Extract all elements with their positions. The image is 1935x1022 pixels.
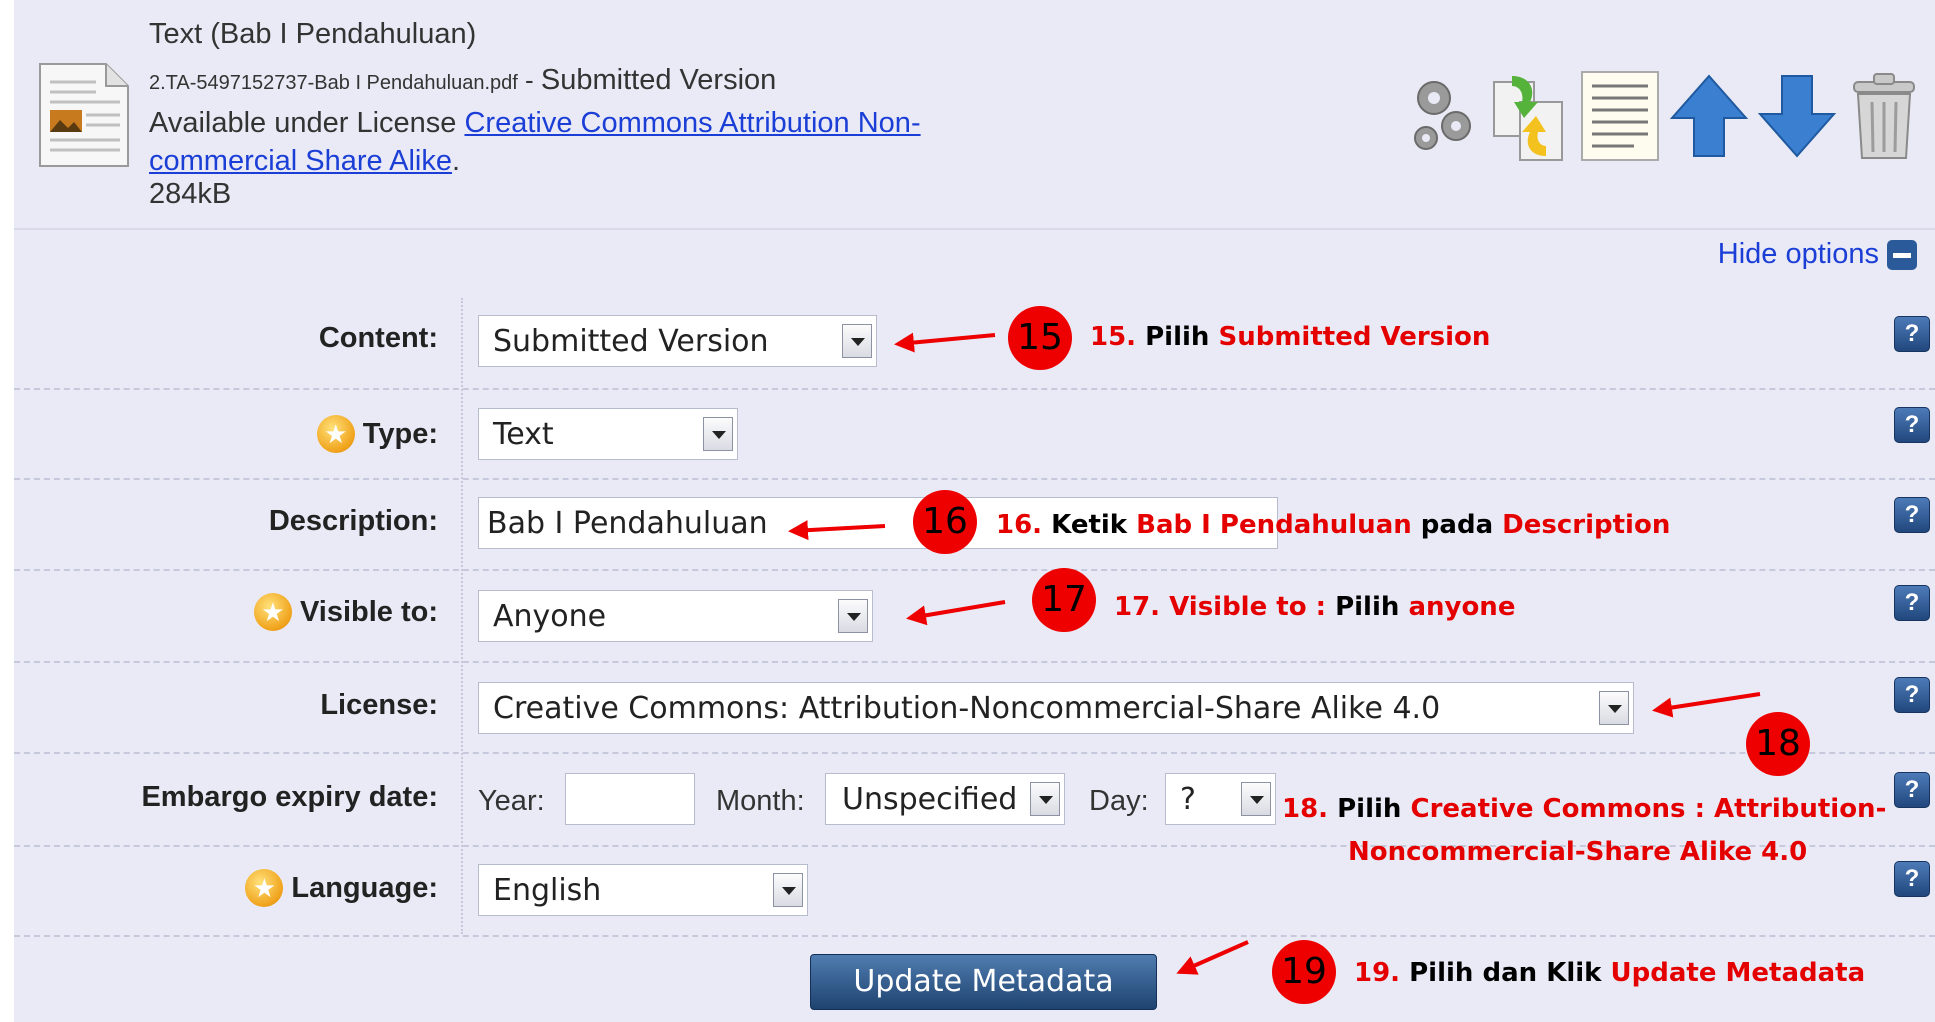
annotation-badge-16: 16 [913,490,977,554]
annotation-arrow [894,332,996,353]
annotation-note-15: 15. Pilih Submitted Version [1090,322,1491,352]
annotation-note-17: 17. Visible to : Pilih anyone [1114,592,1516,622]
annotation-note-18: 18. Pilih Creative Commons : Attribution… [1282,794,1887,824]
eprints-document-editor: Text (Bab I Pendahuluan) 2.TA-5497152737… [0,0,1935,1022]
annotation-badge-17: 17 [1032,568,1096,632]
annotation-note-19: 19. Pilih dan Klik Update Metadata [1354,958,1866,988]
annotation-arrow [788,520,886,541]
annotation-arrow [906,600,1006,626]
annotation-arrow [1652,692,1761,718]
annotation-note-16: 16. Ketik Bab I Pendahuluan pada Descrip… [996,510,1671,540]
annotation-arrow [1176,940,1249,975]
annotation-note-18-line2: Noncommercial-Share Alike 4.0 [1348,837,1808,867]
annotation-badge-18: 18 [1746,712,1810,776]
annotation-badge-15: 15 [1008,306,1072,370]
annotation-badge-19: 19 [1272,940,1336,1004]
